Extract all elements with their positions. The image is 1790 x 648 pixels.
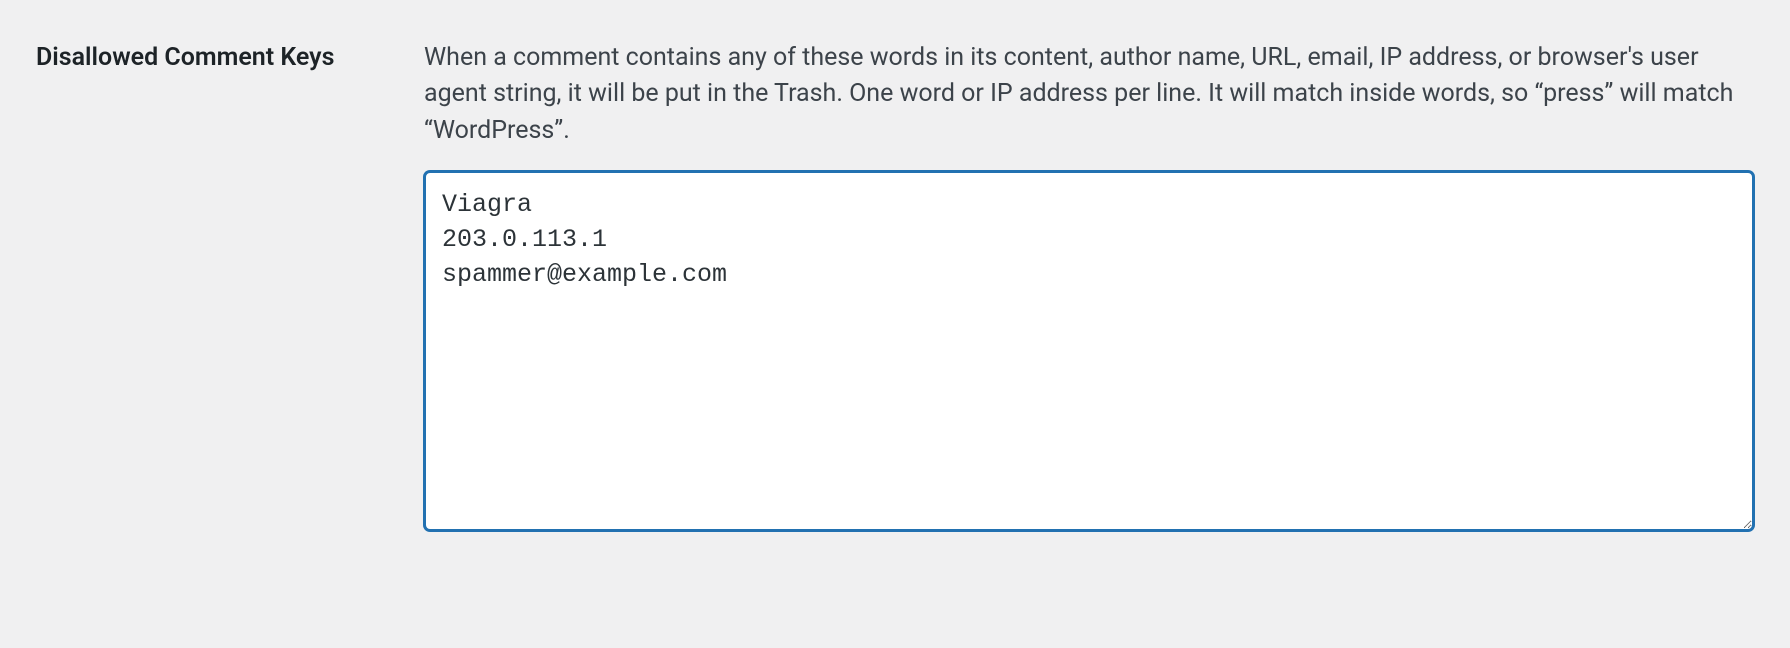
disallowed-comment-keys-description: When a comment contains any of these wor… [424, 40, 1754, 149]
field-column: When a comment contains any of these wor… [424, 40, 1754, 540]
disallowed-comment-keys-textarea[interactable] [424, 171, 1754, 531]
label-column: Disallowed Comment Keys [36, 40, 424, 75]
disallowed-comment-keys-row: Disallowed Comment Keys When a comment c… [36, 40, 1754, 540]
disallowed-comment-keys-label: Disallowed Comment Keys [36, 43, 334, 72]
